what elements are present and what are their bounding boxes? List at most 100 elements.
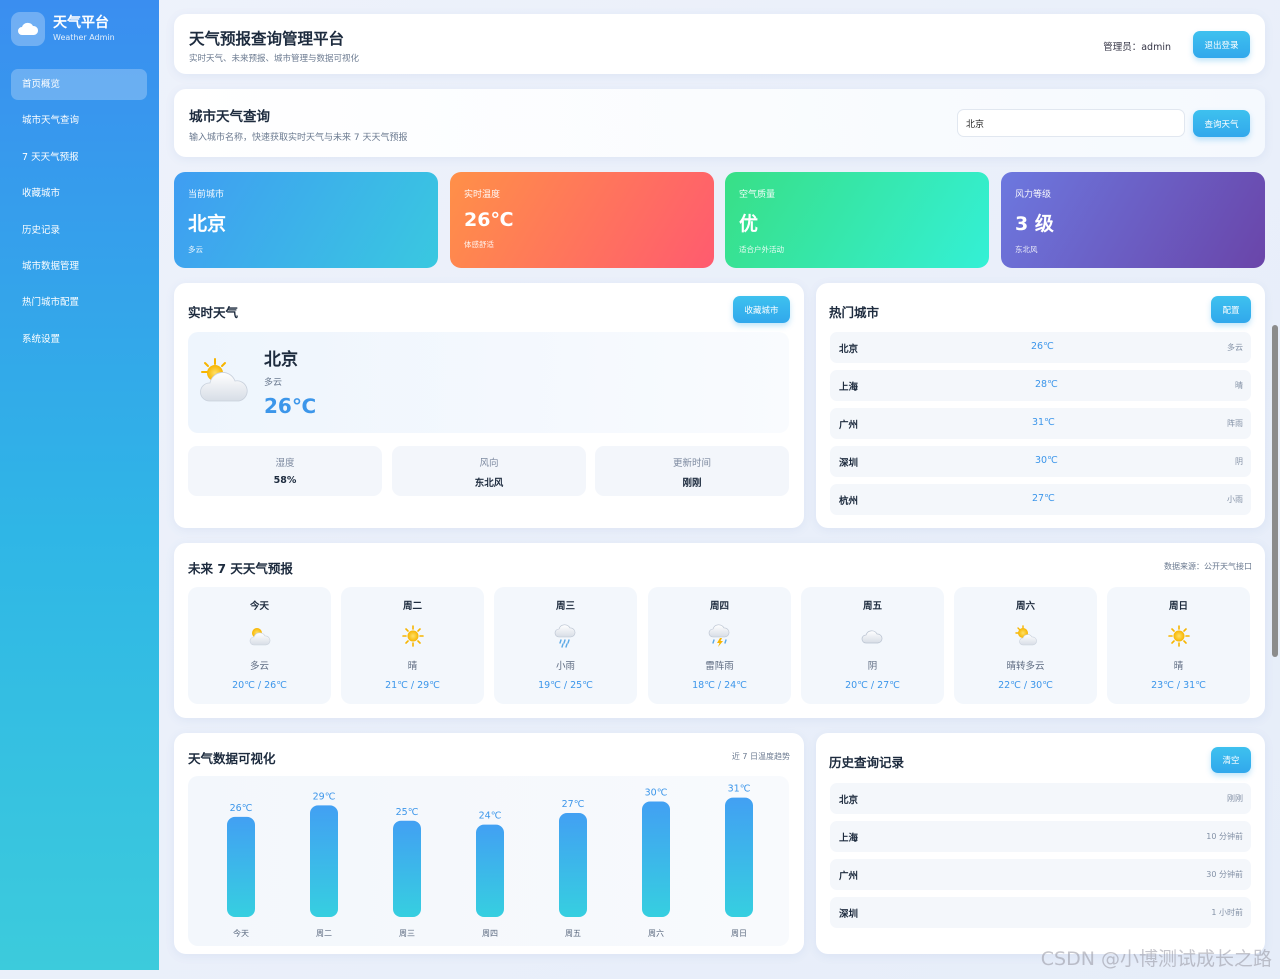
partly-cloudy-icon	[197, 357, 253, 409]
hot-city-name: 广州	[839, 420, 859, 431]
sidebar-item-system-settings[interactable]: 系统设置	[11, 324, 147, 355]
stat-note: 多云	[188, 245, 203, 254]
sun-icon	[1107, 621, 1250, 651]
chart-data-label-1: 29℃	[313, 791, 336, 802]
config-button[interactable]: 配置	[1211, 296, 1251, 323]
sidebar-item-7day-forecast[interactable]: 7 天天气预报	[11, 142, 147, 173]
chart-data-label-0: 26℃	[230, 803, 253, 814]
chart-bar-3	[476, 824, 504, 917]
forecast-condition: 多云	[249, 661, 269, 672]
city-search-input[interactable]	[957, 109, 1185, 137]
sidebar-item-city-data-management[interactable]: 城市数据管理	[11, 251, 147, 282]
sidebar-item-hot-city-config[interactable]: 热门城市配置	[11, 287, 147, 318]
sun-icon	[341, 621, 484, 651]
forecast-day[interactable]: 周三 小雨 19℃ / 25℃	[494, 587, 637, 704]
metric-value: 东北风	[474, 478, 504, 489]
chart-category-label-0: 今天	[233, 928, 249, 938]
clear-history-button[interactable]: 清空	[1211, 747, 1251, 773]
metric-wind-direction: 风向 东北风	[392, 446, 586, 496]
chart-bar-2	[393, 820, 421, 917]
forecast-condition: 晴转多云	[1006, 661, 1045, 672]
forecast-temp-range: 18℃ / 24℃	[692, 680, 747, 691]
page-subtitle: 实时天气、未来预报、城市管理与数据可视化	[189, 54, 360, 64]
forecast-day-name: 今天	[249, 601, 269, 612]
chart-category-label-3: 周四	[482, 929, 498, 938]
hot-city-name: 深圳	[839, 458, 859, 469]
sidebar-item-history[interactable]: 历史记录	[11, 215, 147, 246]
metric-value: 刚刚	[682, 478, 702, 489]
temperature-bar-chart: 26℃ 今天 29℃ 周二 25℃ 周三 24℃ 周四 27℃ 周五 30℃ 周六 31℃ 周日	[227, 784, 753, 938]
stat-note: 体感舒适	[464, 240, 494, 249]
chart-bar-0	[227, 816, 255, 917]
history-row[interactable]: 广州 30 分钟前	[830, 859, 1251, 890]
forecast-title: 未来 7 天天气预报	[188, 561, 293, 576]
forecast-day[interactable]: 周五 阴 20℃ / 27℃	[801, 587, 944, 704]
chart-category-label-1: 周二	[316, 929, 332, 938]
sidebar-item-city-weather-query[interactable]: 城市天气查询	[11, 105, 147, 136]
temperature-chart-area: 26℃ 今天 29℃ 周二 25℃ 周三 24℃ 周四 27℃ 周五 30℃ 周六 31℃ 周日	[188, 776, 789, 946]
metric-label: 湿度	[275, 458, 295, 469]
query-weather-button[interactable]: 查询天气	[1193, 110, 1250, 137]
stat-value: 优	[739, 213, 759, 235]
partly-cloudy-icon	[188, 621, 331, 651]
hot-city-temp: 31℃	[1032, 417, 1055, 428]
history-card: 历史查询记录 清空 北京 刚刚 上海 10 分钟前 广州 30 分钟前 深圳 1…	[816, 733, 1265, 954]
page-header: 天气预报查询管理平台 实时天气、未来预报、城市管理与数据可视化 管理员：admi…	[174, 14, 1265, 74]
chart-category-label-6: 周日	[731, 929, 747, 938]
brand-title: 天气平台	[53, 15, 109, 31]
metric-value: 58%	[273, 475, 297, 486]
chart-bar-6	[725, 797, 753, 917]
realtime-temperature: 26℃	[264, 394, 317, 418]
forecast-day[interactable]: 周四 雷阵雨 18℃ / 24℃	[648, 587, 791, 704]
sidebar-nav: 首页概览 城市天气查询 7 天天气预报 收藏城市 历史记录 城市数据管理 热门城…	[11, 69, 147, 360]
favorite-city-button[interactable]: 收藏城市	[733, 296, 790, 323]
realtime-weather-card: 实时天气 收藏城市 北京 多云 26℃ 湿度 58% 风向 东北风 更新时间 刚…	[174, 283, 804, 528]
page-scrollbar[interactable]	[1272, 325, 1278, 657]
chart-data-label-6: 31℃	[728, 784, 751, 795]
hot-city-condition: 阵雨	[1227, 419, 1243, 428]
hot-city-name: 上海	[839, 382, 859, 393]
stat-label: 空气质量	[739, 190, 776, 200]
history-time: 30 分钟前	[1206, 870, 1243, 879]
realtime-title: 实时天气	[188, 305, 239, 320]
forecast-day[interactable]: 周六 晴转多云 22℃ / 30℃	[954, 587, 1097, 704]
city-search-panel: 城市天气查询 输入城市名称，快速获取实时天气与未来 7 天天气预报 查询天气	[174, 89, 1265, 157]
stat-wind-level: 风力等级 3 级 东北风	[1001, 172, 1265, 268]
logout-button[interactable]: 退出登录	[1193, 31, 1250, 58]
hot-city-temp: 27℃	[1032, 493, 1055, 504]
weather-visualization-card: 天气数据可视化 近 7 日温度趋势 26℃ 今天 29℃ 周二 25℃ 周三 24℃ 周四 27…	[174, 733, 804, 954]
sidebar-item-favorite-cities[interactable]: 收藏城市	[11, 178, 147, 209]
history-row[interactable]: 上海 10 分钟前	[830, 821, 1251, 852]
forecast-temp-range: 21℃ / 29℃	[385, 680, 440, 691]
history-row[interactable]: 北京 刚刚	[830, 783, 1251, 814]
stat-value: 北京	[188, 213, 227, 235]
hot-city-row[interactable]: 上海 28℃ 晴	[830, 370, 1251, 401]
hot-city-row[interactable]: 深圳 30℃ 阴	[830, 446, 1251, 477]
admin-label: 管理员：admin	[1103, 42, 1171, 53]
history-row[interactable]: 深圳 1 小时前	[830, 897, 1251, 928]
forecast-day[interactable]: 周二 晴 21℃ / 29℃	[341, 587, 484, 704]
forecast-day-name: 周六	[1015, 601, 1035, 612]
forecast-temp-range: 20℃ / 27℃	[845, 680, 900, 691]
forecast-day[interactable]: 今天 多云 20℃ / 26℃	[188, 587, 331, 704]
forecast-day-name: 周五	[862, 601, 882, 612]
history-time: 1 小时前	[1211, 908, 1243, 917]
hot-city-temp: 26℃	[1031, 341, 1054, 352]
chart-category-label-5: 周六	[648, 928, 664, 938]
forecast-temp-range: 20℃ / 26℃	[232, 680, 287, 691]
history-city: 上海	[839, 833, 859, 844]
forecast-day-name: 周四	[709, 601, 729, 612]
forecast-temp-range: 19℃ / 25℃	[538, 680, 593, 691]
metric-label: 风向	[479, 458, 499, 469]
forecast-day-name: 周三	[555, 601, 575, 612]
hot-city-row[interactable]: 北京 26℃ 多云	[830, 332, 1251, 363]
stat-label: 当前城市	[188, 190, 225, 200]
chart-bar-5	[642, 801, 670, 917]
sidebar-item-overview[interactable]: 首页概览	[11, 69, 147, 100]
chart-category-label-4: 周五	[565, 929, 581, 938]
forecast-condition: 阴	[867, 661, 878, 672]
forecast-day[interactable]: 周日 晴 23℃ / 31℃	[1107, 587, 1250, 704]
chart-data-label-4: 27℃	[562, 799, 585, 810]
hot-city-row[interactable]: 杭州 27℃ 小雨	[830, 484, 1251, 515]
hot-city-row[interactable]: 广州 31℃ 阵雨	[830, 408, 1251, 439]
